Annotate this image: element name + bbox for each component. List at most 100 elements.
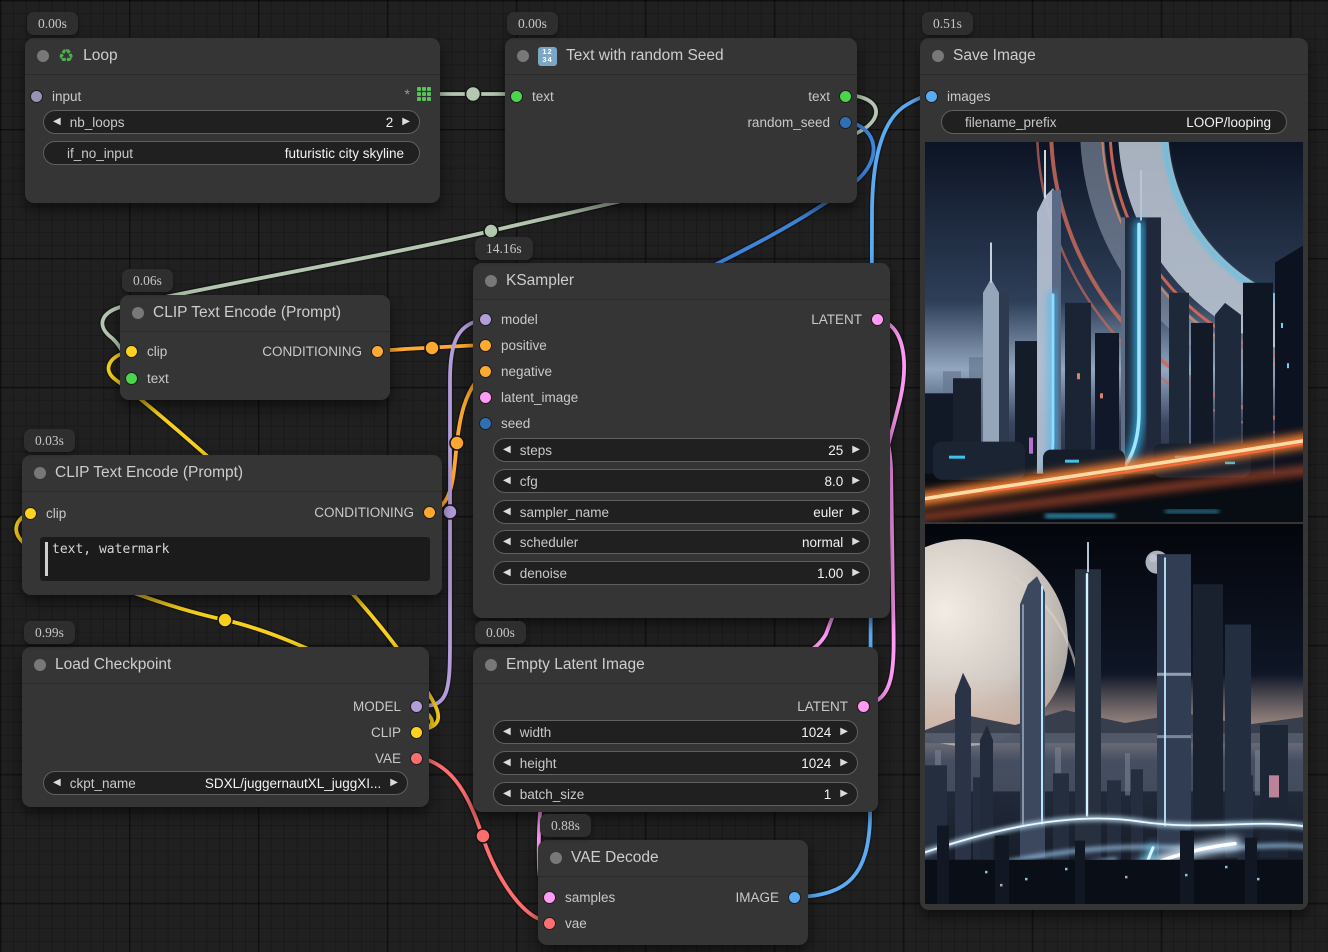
increment-arrow-icon[interactable]: ▶: [852, 476, 860, 486]
decrement-arrow-icon[interactable]: ◀: [503, 445, 511, 455]
input-slot-positive[interactable]: positive: [480, 336, 547, 354]
widget-height[interactable]: ◀ height 1024 ▶: [493, 751, 858, 775]
slot-dot[interactable]: [480, 392, 491, 403]
decrement-arrow-icon[interactable]: ◀: [503, 727, 511, 737]
node-text-with-random-seed[interactable]: 0.00s 1234 Text with random Seed text te…: [505, 38, 857, 203]
slot-dot[interactable]: [25, 508, 36, 519]
slot-dot[interactable]: [789, 892, 800, 903]
prev-option-arrow-icon[interactable]: ◀: [503, 537, 511, 547]
decrement-arrow-icon[interactable]: ◀: [503, 789, 511, 799]
slot-dot[interactable]: [840, 117, 851, 128]
node-graph-canvas[interactable]: 0.00s ♻ Loop input * ◀ nb_loops 2 ▶ if_n…: [0, 0, 1328, 952]
slot-dot[interactable]: [411, 701, 422, 712]
node-titlebar[interactable]: 1234 Text with random Seed: [505, 38, 857, 75]
next-option-arrow-icon[interactable]: ▶: [390, 778, 398, 788]
output-slot-image[interactable]: IMAGE: [735, 888, 800, 906]
increment-arrow-icon[interactable]: ▶: [840, 789, 848, 799]
node-titlebar[interactable]: KSampler: [473, 263, 890, 300]
next-option-arrow-icon[interactable]: ▶: [852, 507, 860, 517]
widget-width[interactable]: ◀ width 1024 ▶: [493, 720, 858, 744]
collapse-dot-icon[interactable]: [34, 659, 46, 671]
slot-dot[interactable]: [511, 91, 522, 102]
widget-cfg[interactable]: ◀ cfg 8.0 ▶: [493, 469, 870, 493]
increment-arrow-icon[interactable]: ▶: [402, 117, 410, 127]
slot-dot[interactable]: [31, 91, 42, 102]
node-clip-text-encode-negative[interactable]: 0.03s CLIP Text Encode (Prompt) clip CON…: [22, 455, 442, 595]
node-titlebar[interactable]: Save Image: [920, 38, 1308, 75]
slot-dot[interactable]: [480, 366, 491, 377]
collapse-dot-icon[interactable]: [932, 50, 944, 62]
widget-ckpt-name[interactable]: ◀ ckpt_name SDXL/juggernautXL_juggXI... …: [43, 771, 408, 795]
widget-nb-loops[interactable]: ◀ nb_loops 2 ▶: [43, 110, 420, 134]
output-slot-conditioning[interactable]: CONDITIONING: [314, 503, 435, 521]
widget-scheduler[interactable]: ◀ scheduler normal ▶: [493, 530, 870, 554]
node-titlebar[interactable]: VAE Decode: [538, 840, 808, 877]
input-slot-model[interactable]: model: [480, 310, 538, 328]
output-slot-wildcard[interactable]: *: [405, 85, 431, 103]
decrement-arrow-icon[interactable]: ◀: [503, 758, 511, 768]
slot-dot[interactable]: [126, 346, 137, 357]
slot-dot[interactable]: [872, 314, 883, 325]
input-slot-text[interactable]: text: [511, 87, 554, 105]
output-slot-clip[interactable]: CLIP: [371, 723, 422, 741]
output-slot-conditioning[interactable]: CONDITIONING: [262, 342, 383, 360]
output-slot-random-seed[interactable]: random_seed: [747, 113, 851, 131]
widget-denoise[interactable]: ◀ denoise 1.00 ▶: [493, 561, 870, 585]
slot-dot[interactable]: [480, 314, 491, 325]
increment-arrow-icon[interactable]: ▶: [840, 727, 848, 737]
slot-dot[interactable]: [411, 753, 422, 764]
node-titlebar[interactable]: CLIP Text Encode (Prompt): [120, 295, 390, 332]
slot-dot[interactable]: [480, 418, 491, 429]
increment-arrow-icon[interactable]: ▶: [852, 445, 860, 455]
slot-dot[interactable]: [126, 373, 137, 384]
decrement-arrow-icon[interactable]: ◀: [503, 568, 511, 578]
input-slot-text[interactable]: text: [126, 369, 169, 387]
collapse-dot-icon[interactable]: [517, 50, 529, 62]
node-titlebar[interactable]: Load Checkpoint: [22, 647, 429, 684]
output-slot-model[interactable]: MODEL: [353, 697, 422, 715]
slot-dot[interactable]: [424, 507, 435, 518]
output-slot-latent[interactable]: LATENT: [797, 697, 869, 715]
decrement-arrow-icon[interactable]: ◀: [503, 476, 511, 486]
slot-dot[interactable]: [544, 892, 555, 903]
node-ksampler[interactable]: 14.16s KSampler model positive negative …: [473, 263, 890, 618]
node-load-checkpoint[interactable]: 0.99s Load Checkpoint MODEL CLIP VAE ◀ c…: [22, 647, 429, 807]
node-save-image[interactable]: 0.51s Save Image images filename_prefix …: [920, 38, 1308, 910]
input-slot-clip[interactable]: clip: [25, 504, 66, 522]
prompt-textarea[interactable]: text, watermark: [40, 537, 430, 581]
node-clip-text-encode-positive[interactable]: 0.06s CLIP Text Encode (Prompt) clip tex…: [120, 295, 390, 400]
slot-dot[interactable]: [411, 727, 422, 738]
node-loop[interactable]: 0.00s ♻ Loop input * ◀ nb_loops 2 ▶ if_n…: [25, 38, 440, 203]
widget-filename-prefix[interactable]: filename_prefix LOOP/looping: [941, 110, 1287, 134]
generated-image-1[interactable]: [925, 142, 1303, 522]
increment-arrow-icon[interactable]: ▶: [840, 758, 848, 768]
slot-dot[interactable]: [858, 701, 869, 712]
output-slot-latent[interactable]: LATENT: [811, 310, 883, 328]
input-slot-samples[interactable]: samples: [544, 888, 615, 906]
collapse-dot-icon[interactable]: [34, 467, 46, 479]
prev-option-arrow-icon[interactable]: ◀: [53, 778, 61, 788]
next-option-arrow-icon[interactable]: ▶: [852, 537, 860, 547]
widget-batch-size[interactable]: ◀ batch_size 1 ▶: [493, 782, 858, 806]
node-titlebar[interactable]: ♻ Loop: [25, 38, 440, 75]
widget-if-no-input[interactable]: if_no_input futuristic city skyline: [43, 141, 420, 165]
input-slot-seed[interactable]: seed: [480, 414, 530, 432]
output-slot-vae[interactable]: VAE: [375, 749, 422, 767]
collapse-dot-icon[interactable]: [132, 307, 144, 319]
generated-image-2[interactable]: [925, 524, 1303, 904]
increment-arrow-icon[interactable]: ▶: [852, 568, 860, 578]
loop-output-grid-icon[interactable]: [417, 87, 431, 101]
output-slot-text[interactable]: text: [808, 87, 851, 105]
node-empty-latent-image[interactable]: 0.00s Empty Latent Image LATENT ◀ width …: [473, 647, 878, 812]
slot-dot[interactable]: [372, 346, 383, 357]
collapse-dot-icon[interactable]: [485, 659, 497, 671]
slot-dot[interactable]: [840, 91, 851, 102]
collapse-dot-icon[interactable]: [37, 50, 49, 62]
input-slot-clip[interactable]: clip: [126, 342, 167, 360]
node-titlebar[interactable]: CLIP Text Encode (Prompt): [22, 455, 442, 492]
widget-sampler-name[interactable]: ◀ sampler_name euler ▶: [493, 500, 870, 524]
input-slot-latent-image[interactable]: latent_image: [480, 388, 578, 406]
slot-dot[interactable]: [480, 340, 491, 351]
collapse-dot-icon[interactable]: [485, 275, 497, 287]
input-slot-images[interactable]: images: [926, 87, 991, 105]
